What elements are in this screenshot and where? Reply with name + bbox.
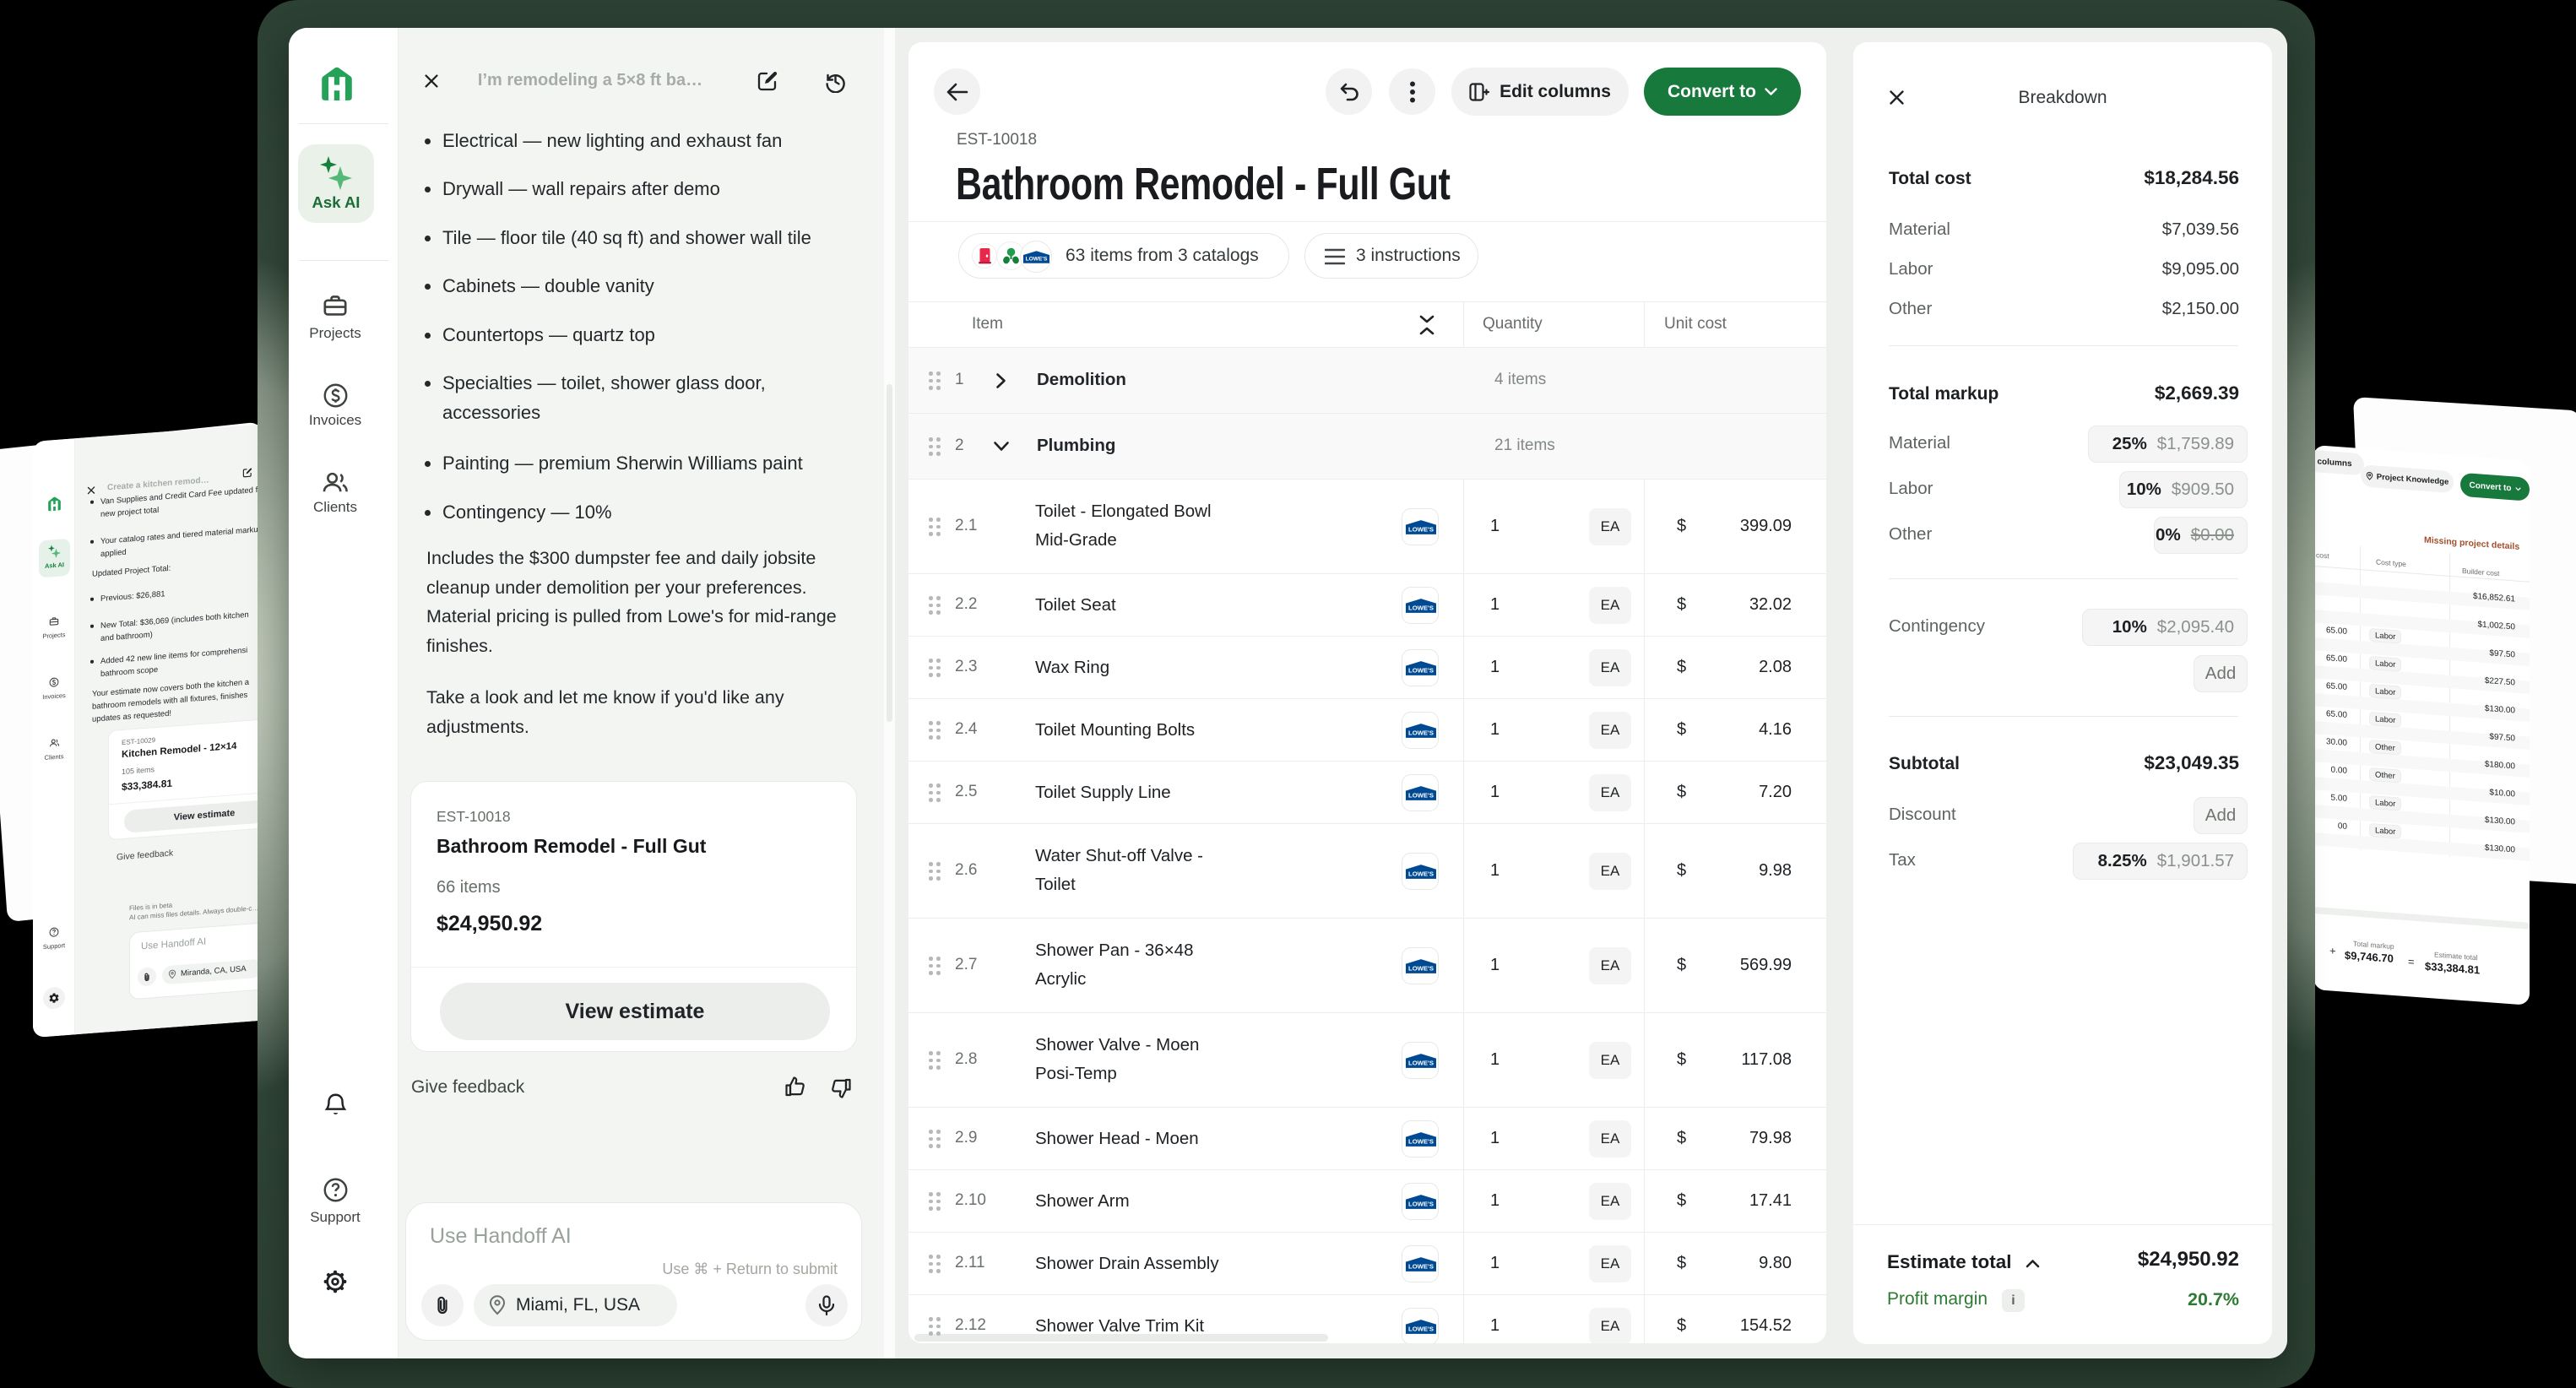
svg-text:LOWE'S: LOWE'S — [1408, 1200, 1434, 1207]
svg-text:LOWE'S: LOWE'S — [1408, 870, 1434, 877]
svg-text:LOWE'S: LOWE'S — [1408, 666, 1434, 674]
svg-text:LOWE'S: LOWE'S — [1408, 1262, 1434, 1270]
svg-text:LOWE'S: LOWE'S — [1408, 525, 1434, 533]
svg-text:LOWE'S: LOWE'S — [1408, 791, 1434, 799]
svg-text:LOWE'S: LOWE'S — [1408, 1059, 1434, 1066]
svg-text:LOWE'S: LOWE'S — [1408, 604, 1434, 611]
svg-text:LOWE'S: LOWE'S — [1408, 729, 1434, 736]
svg-text:LOWE'S: LOWE'S — [1408, 964, 1434, 972]
svg-text:LOWE'S: LOWE'S — [1026, 257, 1048, 263]
svg-text:LOWE'S: LOWE'S — [1408, 1137, 1434, 1145]
svg-text:LOWE'S: LOWE'S — [1408, 1325, 1434, 1332]
